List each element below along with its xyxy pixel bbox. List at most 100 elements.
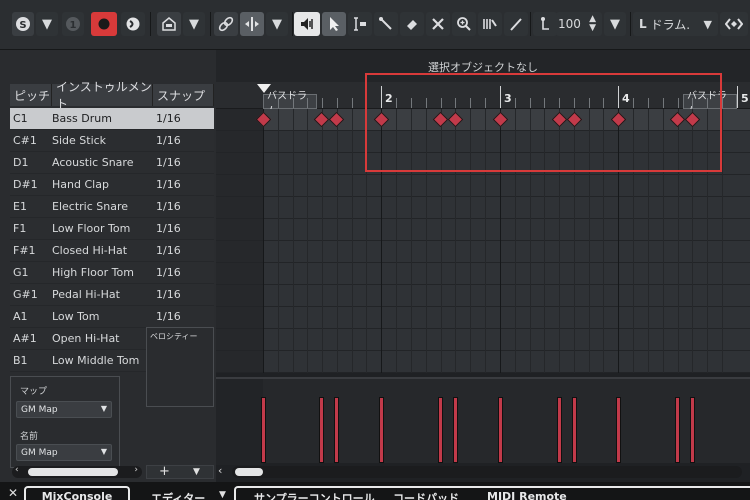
column-header-snap[interactable]: スナップ	[153, 84, 214, 106]
speaker-icon[interactable]	[294, 12, 320, 36]
more-options-icon[interactable]	[720, 12, 748, 36]
close-icon[interactable]: ✕	[8, 486, 18, 500]
line-tool-icon[interactable]	[504, 12, 528, 36]
instrument-name: High Floor Tom	[52, 266, 134, 279]
eraser-icon[interactable]	[400, 12, 424, 36]
map-dropdown[interactable]: GM Map ▼	[16, 401, 112, 418]
quantize-icon[interactable]	[533, 12, 557, 36]
quantize-value: 100	[558, 17, 581, 31]
marker-bass-drum[interactable]: バスドラム	[263, 91, 317, 117]
instrument-row[interactable]: C#1 Side Stick 1/16	[10, 130, 214, 152]
instrument-row[interactable]: A1 Low Tom 1/16	[10, 306, 214, 328]
tab-sampler-control[interactable]: サンプラーコントロール	[254, 490, 375, 500]
scrollbar-thumb[interactable]	[28, 468, 118, 476]
tab-midi-remote[interactable]: MIDI Remote	[487, 490, 567, 500]
column-header-pitch[interactable]: ピッチ	[10, 84, 52, 106]
instrument-pitch: C#1	[13, 134, 37, 147]
quantize-value-field[interactable]: 100 ▲ ▼	[556, 12, 602, 36]
instrument-row[interactable]: D1 Acoustic Snare 1/16	[10, 152, 214, 174]
instrument-snap: 1/16	[156, 288, 181, 301]
draw-line-icon[interactable]	[374, 12, 398, 36]
instrument-name: Low Middle Tom	[52, 354, 140, 367]
pointer-icon[interactable]	[322, 12, 346, 36]
chevron-down-icon[interactable]: ▼	[193, 467, 200, 477]
chevron-down-icon[interactable]: ▼	[219, 490, 226, 500]
auto-scroll-icon[interactable]	[121, 12, 145, 36]
instrument-row[interactable]: G1 High Floor Tom 1/16	[10, 262, 214, 284]
instrument-name: Pedal Hi-Hat	[52, 288, 120, 301]
instrument-snap: 1/16	[156, 310, 181, 323]
velocity-bar[interactable]	[438, 397, 443, 463]
steinberg-logo-icon[interactable]: S	[12, 12, 34, 36]
velocity-bar[interactable]	[319, 397, 324, 463]
left-horizontal-scrollbar[interactable]: ‹ ›	[12, 465, 142, 478]
range-select-icon[interactable]	[348, 12, 372, 36]
instrument-name: Closed Hi-Hat	[52, 244, 128, 257]
velocity-bar[interactable]	[616, 397, 621, 463]
pre-roll-area	[216, 109, 263, 373]
instrument-pitch: G#1	[13, 288, 38, 301]
velocity-bar[interactable]	[498, 397, 503, 463]
inspector-icon[interactable]	[157, 12, 181, 36]
mute-tool-icon[interactable]	[426, 12, 450, 36]
instrument-pitch: C1	[13, 112, 28, 125]
chevron-down-icon[interactable]: ▼	[183, 12, 205, 36]
drum-instrument-panel: ピッチ インストゥルメント スナップ C1 Bass Drum 1/16 C#1 Sid…	[0, 50, 216, 500]
instrument-row[interactable]: F#1 Closed Hi-Hat 1/16	[10, 240, 214, 262]
chevron-down-icon[interactable]: ▼	[266, 12, 288, 36]
instrument-row[interactable]: F1 Low Floor Tom 1/16	[10, 218, 214, 240]
tab-mixconsole[interactable]: MixConsole	[24, 486, 130, 500]
instrument-row[interactable]: C1 Bass Drum 1/16	[10, 108, 214, 130]
instrument-snap: 1/16	[156, 244, 181, 257]
instrument-snap: 1/16	[156, 112, 181, 125]
stepper-icon[interactable]: ▲ ▼	[589, 15, 596, 33]
drumstick-icon[interactable]	[478, 12, 502, 36]
zoom-icon[interactable]	[452, 12, 476, 36]
drum-map-select[interactable]: L ドラム. ▼	[633, 12, 718, 36]
chevron-down-icon: ▼	[703, 17, 712, 31]
velocity-lane-controls: + ▼	[146, 464, 214, 479]
instrument-snap: 1/16	[156, 156, 181, 169]
instrument-row[interactable]: D#1 Hand Clap 1/16	[10, 174, 214, 196]
column-header-instrument[interactable]: インストゥルメント	[52, 80, 153, 111]
add-lane-icon[interactable]: +	[159, 464, 170, 479]
instrument-pitch: B1	[13, 354, 28, 367]
instrument-name: Electric Snare	[52, 200, 129, 213]
velocity-bar[interactable]	[690, 397, 695, 463]
chevron-down-icon: ▼	[100, 447, 107, 456]
highlight-rectangle	[365, 73, 722, 172]
instrument-row[interactable]: E1 Electric Snare 1/16	[10, 196, 214, 218]
velocity-label: ベロシティー	[150, 332, 198, 341]
velocity-lane[interactable]	[216, 377, 750, 465]
scroll-left-icon[interactable]: ‹	[218, 464, 222, 477]
record-button[interactable]	[91, 12, 117, 36]
column-headers: ピッチ インストゥルメント スナップ	[10, 80, 214, 111]
velocity-bar[interactable]	[379, 397, 384, 463]
instrument-name: Open Hi-Hat	[52, 332, 120, 345]
scrollbar-thumb[interactable]	[235, 468, 263, 476]
scroll-left-icon[interactable]: ‹	[15, 465, 19, 475]
link-icon[interactable]	[214, 12, 238, 36]
bottom-zone-tabs: ✕ MixConsole エディター ▼ サンプラーコントロール コードパッド …	[0, 482, 750, 500]
chevron-down-icon[interactable]: ▼	[604, 12, 626, 36]
map-value: GM Map	[21, 404, 58, 415]
velocity-bar[interactable]	[261, 397, 266, 463]
velocity-bar[interactable]	[453, 397, 458, 463]
bar-number: 5	[741, 92, 749, 105]
scroll-right-icon[interactable]: ›	[134, 465, 138, 475]
name-dropdown[interactable]: GM Map ▼	[16, 444, 112, 461]
chevron-down-icon[interactable]: ▼	[36, 12, 58, 36]
track-number-icon: 1	[62, 12, 84, 36]
tab-editor[interactable]: エディター	[151, 490, 205, 500]
velocity-bar[interactable]	[675, 397, 680, 463]
drum-map-label: ドラム.	[650, 17, 691, 32]
instrument-pitch: F1	[13, 222, 27, 235]
editor-horizontal-scrollbar[interactable]: ‹	[218, 464, 742, 478]
velocity-bar[interactable]	[557, 397, 562, 463]
tab-chord-pads[interactable]: コードパッド	[393, 490, 459, 500]
instrument-row[interactable]: G#1 Pedal Hi-Hat 1/16	[10, 284, 214, 306]
split-tool-icon[interactable]	[240, 12, 264, 36]
velocity-bar[interactable]	[334, 397, 339, 463]
velocity-bar[interactable]	[572, 397, 577, 463]
instrument-pitch: F#1	[13, 244, 36, 257]
